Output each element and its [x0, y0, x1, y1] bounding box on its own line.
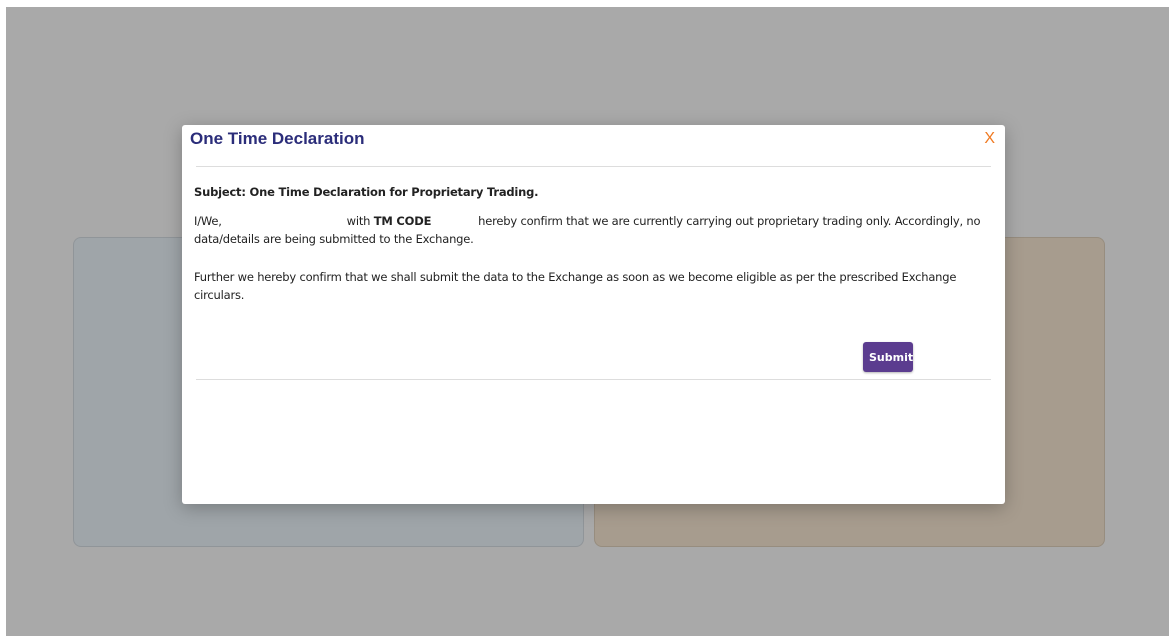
declaration-subject: Subject: One Time Declaration for Propri… [194, 185, 539, 199]
viewport: One Time Declaration X Subject: One Time… [0, 0, 1169, 636]
modal-body: Subject: One Time Declaration for Propri… [194, 183, 984, 304]
close-icon[interactable]: X [984, 130, 995, 148]
declaration-modal: One Time Declaration X Subject: One Time… [182, 125, 1005, 504]
modal-title: One Time Declaration [190, 129, 365, 148]
submit-button[interactable]: Submit [863, 342, 913, 372]
tm-code-label: TM CODE [373, 214, 432, 228]
declaration-paragraph-1: I/We, with TM CODE hereby confirm that w… [194, 212, 984, 248]
redacted-name [225, 216, 344, 227]
declaration-paragraph-2: Further we hereby confirm that we shall … [194, 270, 957, 302]
declaration-with: with [346, 214, 371, 228]
declaration-prefix: I/We, [194, 214, 222, 228]
header-divider [196, 166, 991, 167]
footer-divider [196, 379, 991, 380]
redacted-tm-code [434, 216, 475, 227]
